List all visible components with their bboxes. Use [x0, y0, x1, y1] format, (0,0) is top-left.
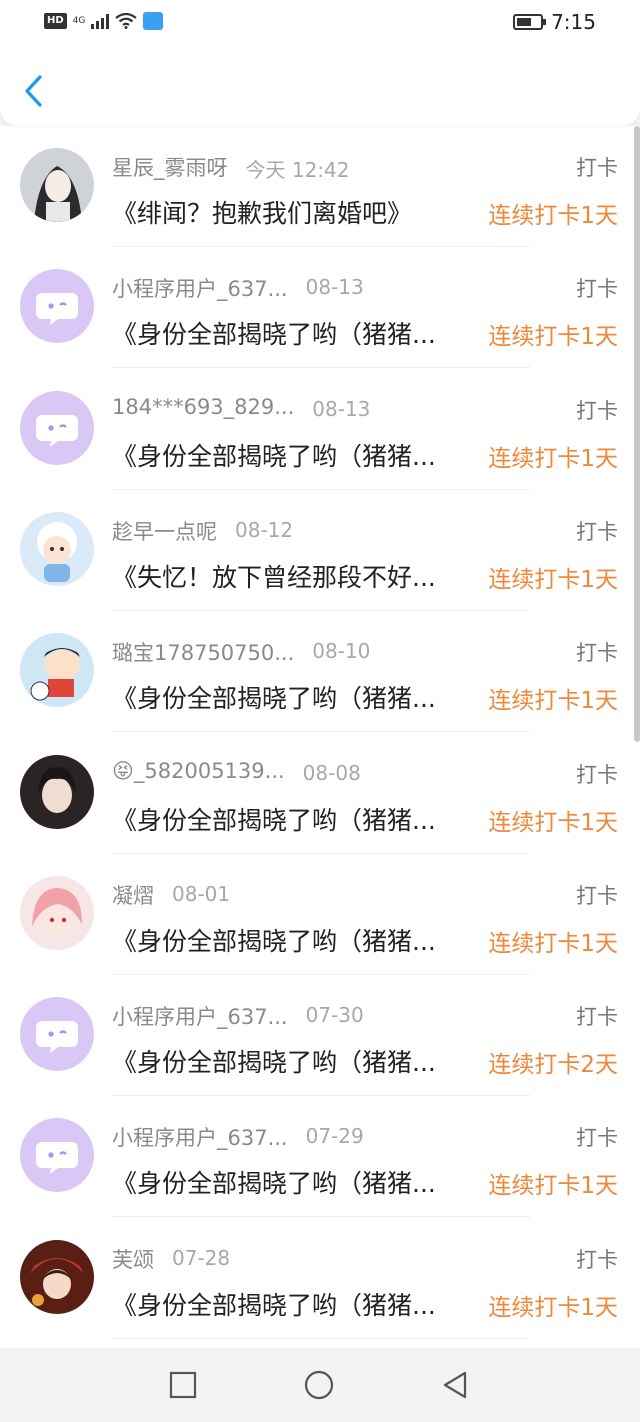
checkin-tag: 打卡 — [576, 398, 618, 423]
status-bar: HD 4G 7:15 — [0, 0, 640, 44]
triangle-back-icon — [443, 1371, 467, 1399]
home-button[interactable] — [304, 1370, 334, 1400]
post-date: 08-08 — [302, 760, 361, 785]
user-name[interactable]: 芙颂 — [112, 1244, 154, 1274]
user-name[interactable]: 璐宝178750750... — [112, 637, 294, 667]
streak-label: 连续打卡1天 — [488, 445, 618, 472]
checkin-list: 星辰_雾雨呀 今天 12:42 打卡 《绯闻？抱歉我们离婚吧》 连续打卡1天 小程序用户_… — [0, 126, 640, 1348]
streak-label: 连续打卡2天 — [488, 1052, 618, 1079]
list-item[interactable]: 璐宝178750750... 08-10 打卡《身份全部揭晓了哟（猪猪... 连续打卡… — [0, 611, 640, 733]
status-time: 7:15 — [551, 10, 596, 34]
checkin-tag: 打卡 — [576, 1247, 618, 1272]
system-nav-bar — [0, 1348, 640, 1422]
streak-label: 连续打卡1天 — [488, 688, 618, 715]
book-title[interactable]: 《身份全部揭晓了哟（猪猪... — [112, 922, 436, 958]
post-date: 08-10 — [312, 639, 371, 664]
top-header — [0, 44, 640, 126]
network-type: 4G — [72, 15, 86, 26]
app-notification-icon — [143, 12, 164, 30]
post-date: 08-13 — [312, 396, 371, 421]
book-title[interactable]: 《身份全部揭晓了哟（猪猪... — [112, 437, 436, 473]
scrollbar[interactable] — [634, 126, 640, 742]
post-date: 07-30 — [305, 1003, 364, 1028]
book-title[interactable]: 《身份全部揭晓了哟（猪猪... — [112, 679, 436, 715]
post-date: 07-28 — [172, 1245, 231, 1270]
post-date: 08-01 — [172, 881, 231, 906]
list-item[interactable]: 184***693_829... 08-13 打卡《身份全部揭晓了哟（猪猪... 连续… — [0, 369, 640, 490]
hd-badge: HD — [44, 13, 67, 29]
list-item[interactable]: 小程序用户_637... 07-30 打卡《身份全部揭晓了哟（猪猪... 连续打卡2天 — [0, 975, 640, 1097]
streak-label: 连续打卡1天 — [488, 930, 618, 957]
recents-button[interactable] — [168, 1370, 198, 1400]
avatar[interactable] — [20, 997, 94, 1072]
status-left: HD 4G — [44, 12, 164, 30]
user-name[interactable]: 星辰_雾雨呀 — [112, 152, 228, 182]
list-item[interactable]: 凝熠 08-01 打卡《身份全部揭晓了哟（猪猪... 连续打卡1天 — [0, 854, 640, 975]
user-name[interactable]: 小程序用户_637... — [112, 1122, 288, 1152]
list-item[interactable]: 😝_582005139... 08-08 打卡《身份全部揭晓了哟（猪猪... 连续打卡… — [0, 733, 640, 854]
avatar[interactable] — [20, 633, 94, 708]
checkin-tag: 打卡 — [576, 762, 618, 787]
checkin-tag: 打卡 — [576, 641, 618, 666]
user-name[interactable]: 小程序用户_637... — [112, 273, 288, 303]
signal-icon — [91, 13, 110, 29]
book-title[interactable]: 《身份全部揭晓了哟（猪猪... — [112, 1164, 436, 1200]
streak-label: 连续打卡1天 — [488, 566, 618, 593]
list-item[interactable]: 小程序用户_637... 07-29 打卡《身份全部揭晓了哟（猪猪... 连续打卡1天 — [0, 1096, 640, 1218]
avatar[interactable] — [20, 390, 94, 465]
streak-label: 连续打卡1天 — [488, 324, 618, 351]
checkin-tag: 打卡 — [576, 156, 618, 180]
avatar[interactable] — [20, 511, 94, 586]
streak-label: 连续打卡1天 — [488, 809, 618, 836]
streak-label: 连续打卡1天 — [488, 1294, 618, 1321]
avatar[interactable] — [20, 1239, 94, 1314]
avatar[interactable] — [20, 1118, 94, 1193]
back-button[interactable] — [22, 74, 46, 108]
divider — [112, 1337, 530, 1339]
list-item[interactable]: 芙颂 07-28 打卡《身份全部揭晓了哟（猪猪... 连续打卡1天 — [0, 1218, 640, 1339]
user-name[interactable]: 😝_582005139... — [112, 759, 285, 783]
status-right: 7:15 — [513, 10, 596, 34]
checkin-tag: 打卡 — [576, 277, 618, 302]
book-title[interactable]: 《绯闻？抱歉我们离婚吧》 — [112, 194, 412, 230]
post-date: 08-12 — [235, 517, 294, 542]
list-item[interactable]: 小程序用户_637... 08-13 打卡《身份全部揭晓了哟（猪猪... 连续打卡1天 — [0, 247, 640, 369]
user-name[interactable]: 小程序用户_637... — [112, 1001, 288, 1031]
checkin-tag: 打卡 — [576, 1126, 618, 1151]
circle-icon — [304, 1370, 334, 1400]
checkin-tag: 打卡 — [576, 883, 618, 908]
battery-icon — [513, 14, 547, 30]
streak-label: 连续打卡1天 — [488, 203, 618, 229]
back-nav-button[interactable] — [440, 1370, 470, 1400]
avatar[interactable] — [20, 875, 94, 950]
user-name[interactable]: 趁早一点呢 — [112, 516, 217, 546]
checkin-tag: 打卡 — [576, 519, 618, 544]
book-title[interactable]: 《身份全部揭晓了哟（猪猪... — [112, 1043, 436, 1079]
avatar[interactable] — [20, 269, 94, 344]
post-date: 08-13 — [305, 275, 364, 300]
book-title[interactable]: 《失忆！放下曾经那段不好... — [112, 558, 436, 594]
checkin-tag: 打卡 — [576, 1005, 618, 1030]
post-date: 07-29 — [305, 1124, 364, 1149]
book-title[interactable]: 《身份全部揭晓了哟（猪猪... — [112, 1286, 436, 1322]
wifi-icon — [115, 13, 138, 29]
avatar[interactable] — [20, 754, 94, 829]
streak-label: 连续打卡1天 — [488, 1173, 618, 1200]
list-item[interactable]: 趁早一点呢 08-12 打卡《失忆！放下曾经那段不好... 连续打卡1天 — [0, 490, 640, 611]
avatar[interactable] — [20, 148, 94, 222]
user-name[interactable]: 184***693_829... — [112, 395, 294, 419]
book-title[interactable]: 《身份全部揭晓了哟（猪猪... — [112, 801, 436, 837]
list-item[interactable]: 星辰_雾雨呀 今天 12:42 打卡《绯闻？抱歉我们离婚吧》 连续打卡1天 — [0, 126, 640, 247]
book-title[interactable]: 《身份全部揭晓了哟（猪猪... — [112, 315, 436, 351]
user-name[interactable]: 凝熠 — [112, 880, 154, 910]
chevron-left-icon — [25, 75, 42, 107]
square-icon — [169, 1371, 197, 1399]
post-date: 今天 12:42 — [245, 158, 350, 182]
